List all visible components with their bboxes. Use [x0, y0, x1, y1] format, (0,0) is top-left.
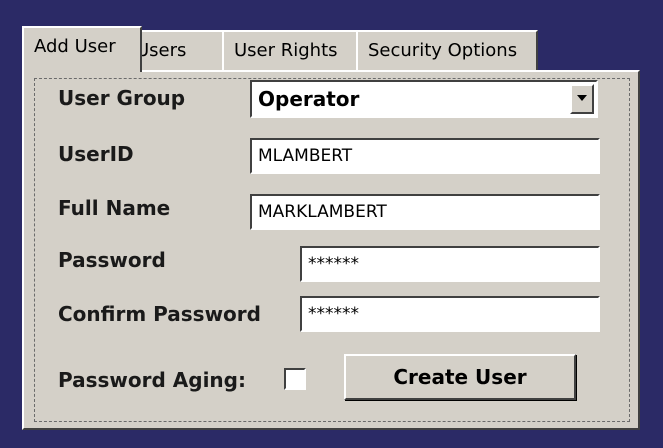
confirm-password-input[interactable]: ****** — [300, 296, 600, 332]
password-aging-checkbox[interactable] — [284, 368, 306, 390]
tab-user-rights-label: User Rights — [234, 40, 338, 61]
chevron-down-icon — [577, 95, 587, 101]
user-group-label: User Group — [58, 86, 186, 110]
confirm-password-label: Confirm Password — [58, 302, 261, 326]
tab-add-user[interactable]: Add User — [22, 26, 142, 72]
password-aging-label: Password Aging: — [58, 368, 246, 392]
user-group-select[interactable]: Operator — [250, 80, 598, 118]
tab-security-options[interactable]: Security Options — [356, 30, 538, 70]
dropdown-button[interactable] — [570, 84, 594, 114]
full-name-input[interactable]: MARKLAMBERT — [250, 194, 600, 230]
add-user-dialog: Users User Rights Security Options Add U… — [0, 0, 663, 448]
tab-users-label: Users — [136, 40, 187, 61]
password-label: Password — [58, 248, 166, 272]
password-input[interactable]: ****** — [300, 246, 600, 282]
tab-add-user-label: Add User — [34, 36, 116, 57]
tab-user-rights[interactable]: User Rights — [222, 30, 358, 70]
create-user-button[interactable]: Create User — [344, 354, 576, 400]
user-group-value: Operator — [258, 87, 360, 111]
user-id-input[interactable]: MLAMBERT — [250, 138, 600, 174]
user-id-label: UserID — [58, 142, 134, 166]
full-name-label: Full Name — [58, 196, 171, 220]
tab-security-options-label: Security Options — [368, 40, 518, 61]
